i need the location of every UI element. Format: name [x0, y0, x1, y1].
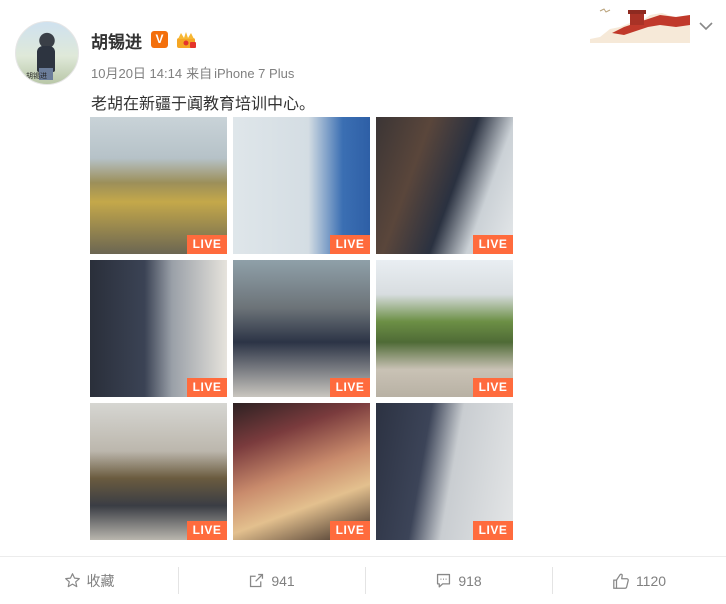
live-badge: LIVE — [473, 235, 513, 254]
comment-count: 918 — [458, 572, 482, 589]
thumbs-up-icon — [613, 573, 629, 589]
live-badge: LIVE — [187, 235, 227, 254]
chevron-down-icon[interactable] — [698, 20, 714, 32]
post-image-4[interactable]: LIVE — [90, 260, 227, 397]
action-bar: 收藏 941 918 1120 — [0, 556, 726, 604]
like-button[interactable]: 1120 — [552, 557, 726, 604]
post-image-8[interactable]: LIVE — [233, 403, 370, 540]
avatar-caption: 胡锡进 — [26, 73, 47, 80]
live-badge: LIVE — [473, 521, 513, 540]
live-badge: LIVE — [330, 521, 370, 540]
favorite-button[interactable]: 收藏 — [0, 557, 178, 604]
post-image-1[interactable]: LIVE — [90, 117, 227, 254]
favorite-label: 收藏 — [86, 572, 115, 589]
post-image-7[interactable]: LIVE — [90, 403, 227, 540]
username[interactable]: 胡锡进 — [91, 28, 142, 53]
like-count: 1120 — [635, 572, 667, 589]
post-date[interactable]: 10月20日 14:14 — [91, 66, 182, 81]
live-badge: LIVE — [330, 235, 370, 254]
source-prefix: 来自 — [186, 66, 213, 81]
live-badge: LIVE — [187, 521, 227, 540]
avatar[interactable]: 胡锡进 — [15, 21, 79, 85]
weibo-post-card: 胡锡进 胡锡进 V 10月20日 14:14 来自 iPhone 7 Plus 老胡… — [0, 0, 726, 603]
post-image-2[interactable]: LIVE — [233, 117, 370, 254]
live-badge: LIVE — [330, 378, 370, 397]
repost-button[interactable]: 941 — [178, 557, 365, 604]
post-image-6[interactable]: LIVE — [376, 260, 513, 397]
verified-badge-icon: V — [151, 31, 168, 48]
image-grid: LIVE LIVE LIVE LIVE LIVE LIVE LIVE LIVE … — [90, 117, 514, 541]
share-icon — [250, 573, 264, 588]
post-source: iPhone 7 Plus — [214, 66, 295, 81]
post-image-9[interactable]: LIVE — [376, 403, 513, 540]
post-text: 老胡在新疆于阗教育培训中心。 — [91, 96, 316, 113]
post-meta: 10月20日 14:14 来自 iPhone 7 Plus — [91, 63, 298, 82]
post-image-3[interactable]: LIVE — [376, 117, 513, 254]
comment-button[interactable]: 918 — [365, 557, 552, 604]
great-wall-card-decoration — [590, 8, 690, 43]
live-badge: LIVE — [187, 378, 227, 397]
live-badge: LIVE — [473, 378, 513, 397]
comment-icon — [437, 573, 451, 588]
post-image-5[interactable]: LIVE — [233, 260, 370, 397]
repost-count: 941 — [271, 572, 295, 589]
star-icon — [64, 573, 80, 588]
crown-badge-icon — [177, 32, 196, 48]
